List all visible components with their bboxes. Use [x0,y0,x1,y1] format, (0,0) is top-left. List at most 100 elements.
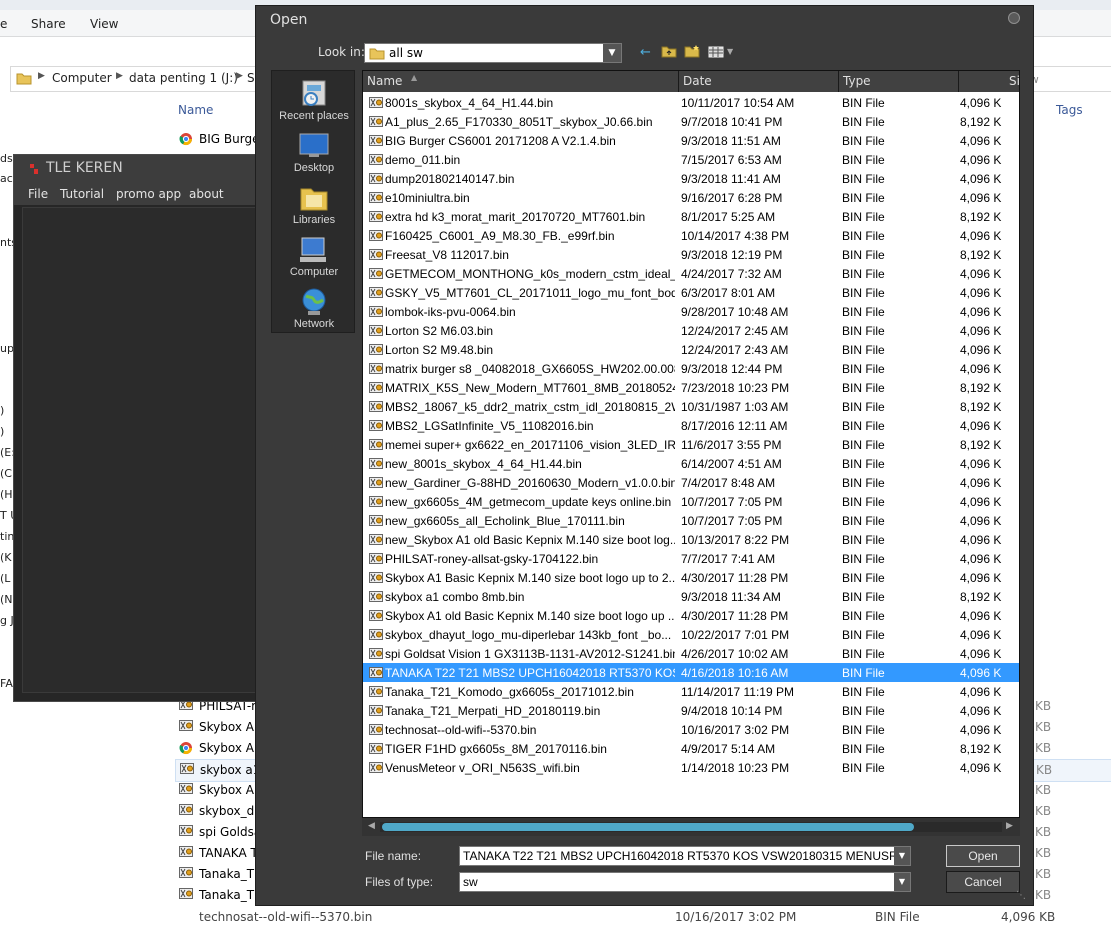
file-row[interactable]: Lorton S2 M9.48.bin 12/24/2017 2:43 AM BIN… [363,340,1019,359]
file-row[interactable]: extra hd k3_morat_marit_20170720_MT7601.… [363,207,1019,226]
place-computer[interactable]: Computer [272,233,356,285]
open-button[interactable]: Open [946,845,1020,867]
bin-file-icon [369,743,383,754]
file-size-unit: KB [1035,846,1052,860]
file-row[interactable]: BIG Burger CS6001 20171208 A V2.1.4.bin 9… [363,131,1019,150]
place-desktop[interactable]: Desktop [272,129,356,181]
bin-file-icon [179,804,193,815]
chevron-down-icon[interactable]: ▼ [603,44,621,62]
file-row[interactable]: Tanaka_T21_Komodo_gx6605s_20171012.bin 11… [363,682,1019,701]
file-row[interactable]: technosat--old-wifi--5370.bin 10/16/2017 … [363,720,1019,739]
column-header-size[interactable]: Si [959,71,1019,92]
file-row[interactable]: demo_011.bin 7/15/2017 6:53 AM BIN File 4,0… [363,150,1019,169]
new-folder-icon[interactable] [684,45,700,58]
resize-grip-icon[interactable]: ⋱ [1016,890,1026,901]
breadcrumb-drive[interactable]: data penting 1 (J:) [129,71,238,85]
file-row[interactable]: VenusMeteor v_ORI_N563S_wifi.bin 1/14/201… [363,758,1019,777]
app-content-panel [22,207,256,693]
cancel-button[interactable]: Cancel [946,871,1020,893]
place-libraries[interactable]: Libraries [272,181,356,233]
column-header-label: Date [683,74,712,88]
file-row[interactable]: Skybox A1 old Basic Kepnix M.140 size bo… [363,606,1019,625]
bin-file-icon-wrap [369,648,383,662]
column-header-date[interactable]: Date [679,71,839,92]
file-type: BIN File [842,571,885,585]
scroll-thumb[interactable] [382,823,914,831]
file-row[interactable]: Lorton S2 M6.03.bin 12/24/2017 2:45 AM BIN… [363,321,1019,340]
file-row[interactable]: Freesat_V8 112017.bin 9/3/2018 12:19 PM BI… [363,245,1019,264]
file-row[interactable]: skybox a1 combo 8mb.bin 9/3/2018 11:34 AM… [363,587,1019,606]
file-row[interactable]: new_gx6605s_all_Echolink_Blue_170111.bin… [363,511,1019,530]
file-row[interactable]: TANAKA T22 T21 MBS2 UPCH16042018 RT5370 … [363,663,1019,682]
file-row[interactable]: PHILSAT-roney-allsat-gsky-1704122.bin 7/7… [363,549,1019,568]
chevron-right-icon: ▶ [236,71,243,81]
file-row[interactable]: GSKY_V5_MT7601_CL_20171011_logo_mu_font_… [363,283,1019,302]
horizontal-scrollbar[interactable]: ◀ ▶ [362,818,1020,836]
menu-promo-app[interactable]: promo app [116,187,181,201]
file-name-input[interactable]: TANAKA T22 T21 MBS2 UPCH16042018 RT5370 … [459,846,911,866]
ribbon-tab-view[interactable]: View [90,17,118,31]
file-row[interactable]: dump201802140147.bin 9/3/2018 11:41 AM BIN… [363,169,1019,188]
column-header-tags[interactable]: Tags [1056,103,1083,117]
file-type: BIN File [842,685,885,699]
list-item[interactable]: technosat--old-wifi--5370.bin 10/16/2017… [175,907,1111,928]
bin-file-icon-wrap [369,211,383,225]
back-icon[interactable]: ← [640,45,651,60]
file-row[interactable]: memei super+ gx6622_en_20171106_vision_3… [363,435,1019,454]
files-of-type-select[interactable]: sw ▼ [459,872,911,892]
place-recent-places[interactable]: Recent places [272,77,356,129]
file-name-label: File name: [365,849,422,863]
breadcrumb-computer[interactable]: Computer [52,71,112,85]
bin-file-icon [369,154,383,165]
ribbon-tab-home[interactable]: e [0,17,7,31]
file-row[interactable]: new_gx6605s_4M_getmecom_update keys onli… [363,492,1019,511]
close-icon[interactable] [1008,12,1020,24]
file-name: e10miniultra.bin [385,191,470,205]
file-size: 4,096 K [960,286,1002,300]
file-list[interactable]: Name ▲ Date Type Si 8001s_skybox_4_64_H1.… [362,70,1020,818]
app-titlebar[interactable]: TLE KEREN [14,155,264,183]
column-header-type[interactable]: Type [839,71,959,92]
bin-file-icon [369,553,383,564]
file-row[interactable]: Skybox A1 Basic Kepnix M.140 size boot l… [363,568,1019,587]
column-header-name[interactable]: Name ▲ [363,71,679,92]
file-row[interactable]: MATRIX_K5S_New_Modern_MT7601_8MB_2018052… [363,378,1019,397]
file-row[interactable]: GETMECOM_MONTHONG_k0s_modern_cstm_ideal_… [363,264,1019,283]
file-row[interactable]: new_Gardiner_G-88HD_20160630_Modern_v1.0… [363,473,1019,492]
file-row[interactable]: A1_plus_2.65_F170330_8051T_skybox_J0.66.… [363,112,1019,131]
file-row[interactable]: e10miniultra.bin 9/16/2017 6:28 PM BIN Fil… [363,188,1019,207]
file-row[interactable]: skybox_dhayut_logo_mu-diperlebar 143kb_f… [363,625,1019,644]
place-network[interactable]: Network [272,285,356,337]
view-menu-icon[interactable] [708,46,724,58]
look-in-dropdown[interactable]: all sw ▼ [364,43,622,63]
bin-file-icon [369,496,383,507]
menu-file[interactable]: File [28,187,48,201]
file-row[interactable]: MBS2_18067_k5_ddr2_matrix_cstm_idl_20180… [363,397,1019,416]
up-folder-icon[interactable] [661,45,677,58]
chevron-down-icon[interactable]: ▼ [894,873,910,891]
file-row[interactable]: lombok-iks-pvu-0064.bin 9/28/2017 10:48 A… [363,302,1019,321]
file-date: 9/3/2018 12:44 PM [681,362,783,376]
menu-tutorial[interactable]: Tutorial [60,187,104,201]
chevron-down-icon[interactable]: ▼ [894,847,910,865]
ribbon-tab-share[interactable]: Share [31,17,66,31]
bin-file-icon [369,306,383,317]
file-row[interactable]: new_8001s_skybox_4_64_H1.44.bin 6/14/2007… [363,454,1019,473]
file-row[interactable]: TIGER F1HD gx6605s_8M_20170116.bin 4/9/20… [363,739,1019,758]
file-row[interactable]: spi Goldsat Vision 1 GX3113B-1131-AV2012… [363,644,1019,663]
file-row[interactable]: MBS2_LGSatInfinite_V5_11082016.bin 8/17/2… [363,416,1019,435]
column-header-name[interactable]: Name [178,103,213,117]
network-icon [302,288,326,315]
file-row[interactable]: matrix burger s8 _04082018_GX6605S_HW202… [363,359,1019,378]
menu-about[interactable]: about [189,187,224,201]
file-date: 1/14/2018 10:23 PM [681,761,790,775]
chevron-down-icon[interactable]: ▼ [727,47,733,56]
file-size: 4,096 K [960,628,1002,642]
scroll-left-icon[interactable]: ◀ [368,821,375,831]
file-row[interactable]: 8001s_skybox_4_64_H1.44.bin 10/11/2017 10… [363,93,1019,112]
file-row[interactable]: new_Skybox A1 old Basic Kepnix M.140 siz… [363,530,1019,549]
bin-file-icon-wrap [369,173,383,187]
file-row[interactable]: Tanaka_T21_Merpati_HD_20180119.bin 9/4/20… [363,701,1019,720]
file-row[interactable]: F160425_C6001_A9_M8.30_FB._e99rf.bin 10/1… [363,226,1019,245]
scroll-right-icon[interactable]: ▶ [1006,821,1013,831]
